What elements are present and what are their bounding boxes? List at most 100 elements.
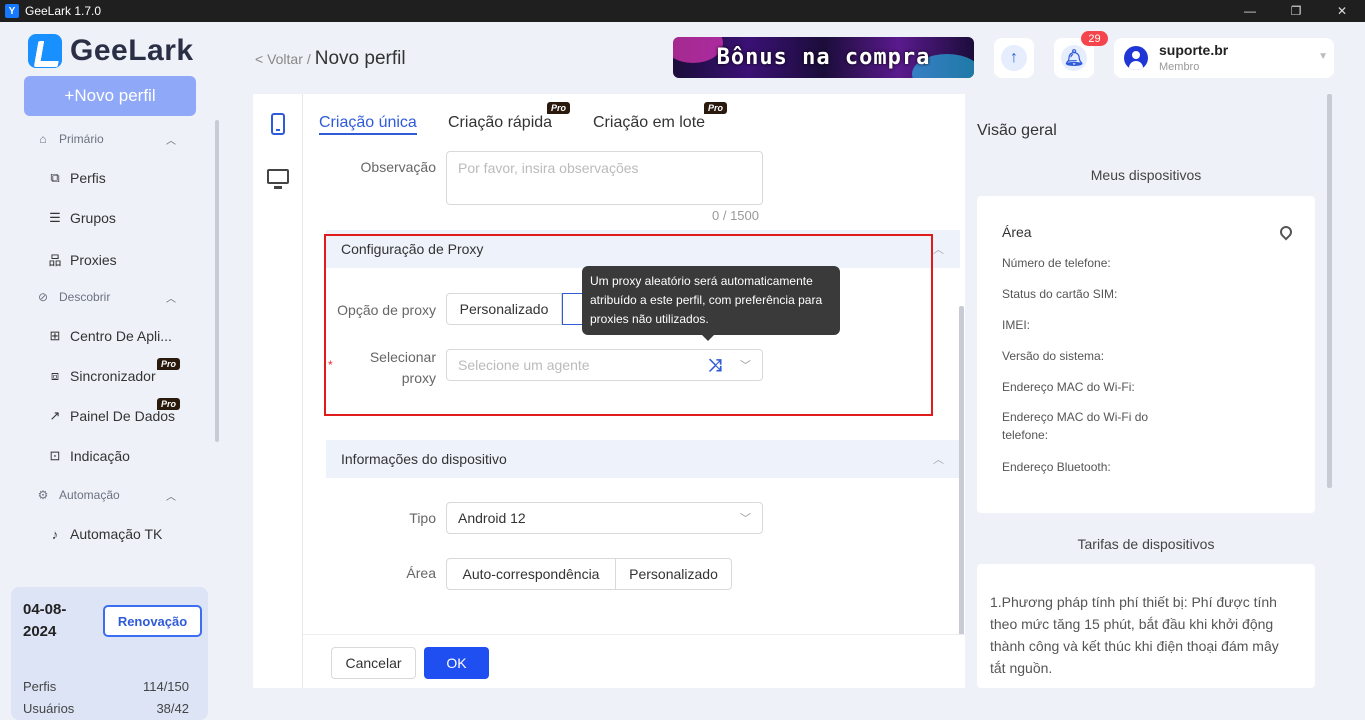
chevron-up-icon: ︿ [933, 244, 944, 256]
chevron-down-icon: ﹀ [740, 513, 751, 525]
area-label: Área [406, 565, 436, 581]
observation-label: Observação [360, 159, 436, 175]
observation-field[interactable]: Por favor, insira observações [446, 151, 763, 205]
sidebar-item-dashboard[interactable]: ↗ Painel De Dados [47, 408, 176, 424]
device-info-card: Área Número de telefone: Status do cartã… [977, 196, 1315, 513]
gift-icon: ⊡ [49, 448, 61, 463]
tab-batch-creation[interactable]: Criação em lote [593, 114, 705, 132]
chevron-up-icon: ︿ [166, 491, 176, 503]
pro-badge: Pro [547, 102, 571, 114]
app-center-icon: ⊞ [49, 328, 61, 343]
notification-count-badge: 29 [1081, 31, 1108, 46]
nav-section-primary[interactable]: ⌂ Primário ︿ [36, 132, 176, 147]
phone-icon [271, 113, 285, 135]
renew-button[interactable]: Renovação [103, 605, 202, 637]
device-os-version-field: Versão do sistema: [1002, 349, 1105, 363]
device-fees-text: 1.Phương pháp tính phí thiết bị: Phí đượ… [990, 594, 1279, 676]
profiles-icon: ⧉ [50, 170, 60, 185]
compass-icon: ⊘ [37, 290, 49, 304]
device-phone-field: Número de telefone: [1002, 256, 1111, 270]
device-imei-field: IMEI: [1002, 318, 1031, 332]
device-fees-title: Tarifas de dispositivos [1077, 536, 1215, 552]
breadcrumb: < Voltar / Novo perfil [255, 48, 406, 70]
sidebar-item-label: Automação TK [70, 526, 163, 542]
user-name: suporte.br [1159, 42, 1229, 58]
app-logo-icon: Y [5, 4, 19, 18]
area-custom[interactable]: Personalizado [616, 558, 732, 590]
chevron-down-icon: ▼ [1318, 51, 1328, 62]
sidebar-item-app-center[interactable]: ⊞ Centro De Apli... [47, 328, 172, 344]
monitor-icon [267, 168, 289, 189]
sidebar-item-label: Indicação [70, 448, 130, 464]
sidebar-item-label: Centro De Apli... [70, 328, 172, 344]
close-button[interactable]: ✕ [1319, 0, 1365, 22]
ok-button[interactable]: OK [424, 647, 489, 679]
tab-mobile[interactable] [253, 102, 303, 146]
cancel-button[interactable]: Cancelar [331, 647, 416, 679]
back-link[interactable]: < Voltar [255, 51, 303, 67]
random-proxy-tooltip: Um proxy aleatório será automaticamente … [582, 266, 840, 341]
automation-icon: ⚙ [37, 488, 49, 502]
type-label: Tipo [409, 510, 436, 526]
nav-section-label: Automação [59, 488, 120, 502]
tiktok-icon: ♪ [51, 526, 59, 542]
tab-quick-creation[interactable]: Criação rápida [448, 114, 552, 132]
promo-banner[interactable]: Bônus na compra [673, 37, 974, 78]
overview-scrollbar[interactable] [1327, 94, 1332, 488]
sidebar-item-profiles[interactable]: ⧉ Perfis [47, 170, 106, 186]
arrow-up-icon: ↑ [1001, 45, 1027, 71]
minimize-button[interactable]: — [1227, 0, 1273, 22]
tab-single-creation[interactable]: Criação única [319, 114, 417, 135]
sidebar-item-referral[interactable]: ⊡ Indicação [47, 448, 130, 464]
list-icon: ☰ [49, 210, 61, 225]
area-auto-match[interactable]: Auto-correspondência [446, 558, 616, 590]
sidebar-item-automation-tk[interactable]: ♪ Automação TK [47, 526, 163, 542]
bell-icon: 🔔︎ [1061, 45, 1087, 71]
pro-badge: Pro [157, 398, 181, 410]
page-title: Novo perfil [314, 48, 406, 69]
promo-banner-text: Bônus na compra [716, 45, 931, 70]
sidebar-item-proxies[interactable]: 品 Proxies [47, 250, 117, 269]
chevron-up-icon: ︿ [933, 454, 944, 466]
plan-card: 04-08-2024 Renovação Perfis 114/150 Usuá… [11, 587, 208, 720]
sync-icon: ⧈ [50, 368, 60, 383]
tab-desktop[interactable] [253, 154, 303, 198]
form-scrollbar[interactable] [959, 306, 964, 636]
observation-char-count: 0 / 1500 [712, 208, 759, 223]
maximize-button[interactable]: ❐ [1273, 0, 1319, 22]
plan-users-row: Usuários 38/42 [23, 701, 189, 716]
sidebar-item-synchronizer[interactable]: ⧈ Sincronizador [47, 368, 156, 384]
plan-profiles-label: Perfis [23, 679, 57, 694]
sidebar-scrollbar[interactable] [215, 120, 219, 442]
sidebar-item-label: Perfis [70, 170, 106, 186]
sidebar: GeeLark +Novo perfil ⌂ Primário ︿ ⧉ Perf… [0, 22, 222, 720]
type-select[interactable]: Android 12 ﹀ [446, 502, 763, 534]
sidebar-item-label: Proxies [70, 251, 117, 268]
section-title: Informações do dispositivo [341, 451, 507, 467]
user-menu[interactable]: suporte.br Membro ▼ [1114, 38, 1334, 78]
nav-section-automation[interactable]: ⚙ Automação ︿ [36, 488, 176, 503]
sidebar-item-label: Grupos [70, 210, 116, 226]
type-value: Android 12 [458, 510, 526, 526]
nav-section-label: Descobrir [59, 290, 111, 304]
pro-badge: Pro [704, 102, 728, 114]
my-devices-title: Meus dispositivos [1090, 167, 1202, 183]
avatar [1124, 46, 1148, 70]
window-titlebar: Y GeeLark 1.7.0 — ❐ ✕ [0, 0, 1365, 22]
upload-button[interactable]: ↑ [994, 38, 1034, 78]
breadcrumb-separator: / [306, 51, 311, 67]
plan-users-value: 38/42 [156, 701, 189, 716]
sidebar-item-label: Painel De Dados [70, 408, 176, 424]
plan-users-label: Usuários [23, 701, 75, 716]
new-profile-button[interactable]: +Novo perfil [24, 76, 196, 116]
chart-icon: ↗ [49, 408, 61, 423]
area-segment: Auto-correspondência Personalizado [446, 558, 732, 590]
sidebar-item-groups[interactable]: ☰ Grupos [47, 210, 116, 226]
device-phone-wifi-mac-field: Endereço MAC do Wi-Fi do telefone: [1002, 410, 1149, 442]
device-wifi-mac-field: Endereço MAC do Wi-Fi: [1002, 380, 1135, 394]
overview-title: Visão geral [977, 122, 1057, 139]
device-area-field: Área [1002, 224, 1032, 240]
nav-section-discover[interactable]: ⊘ Descobrir ︿ [36, 290, 176, 305]
geelark-logo-icon [28, 34, 62, 68]
device-info-section-header[interactable]: Informações do dispositivo ︿ [326, 440, 960, 478]
